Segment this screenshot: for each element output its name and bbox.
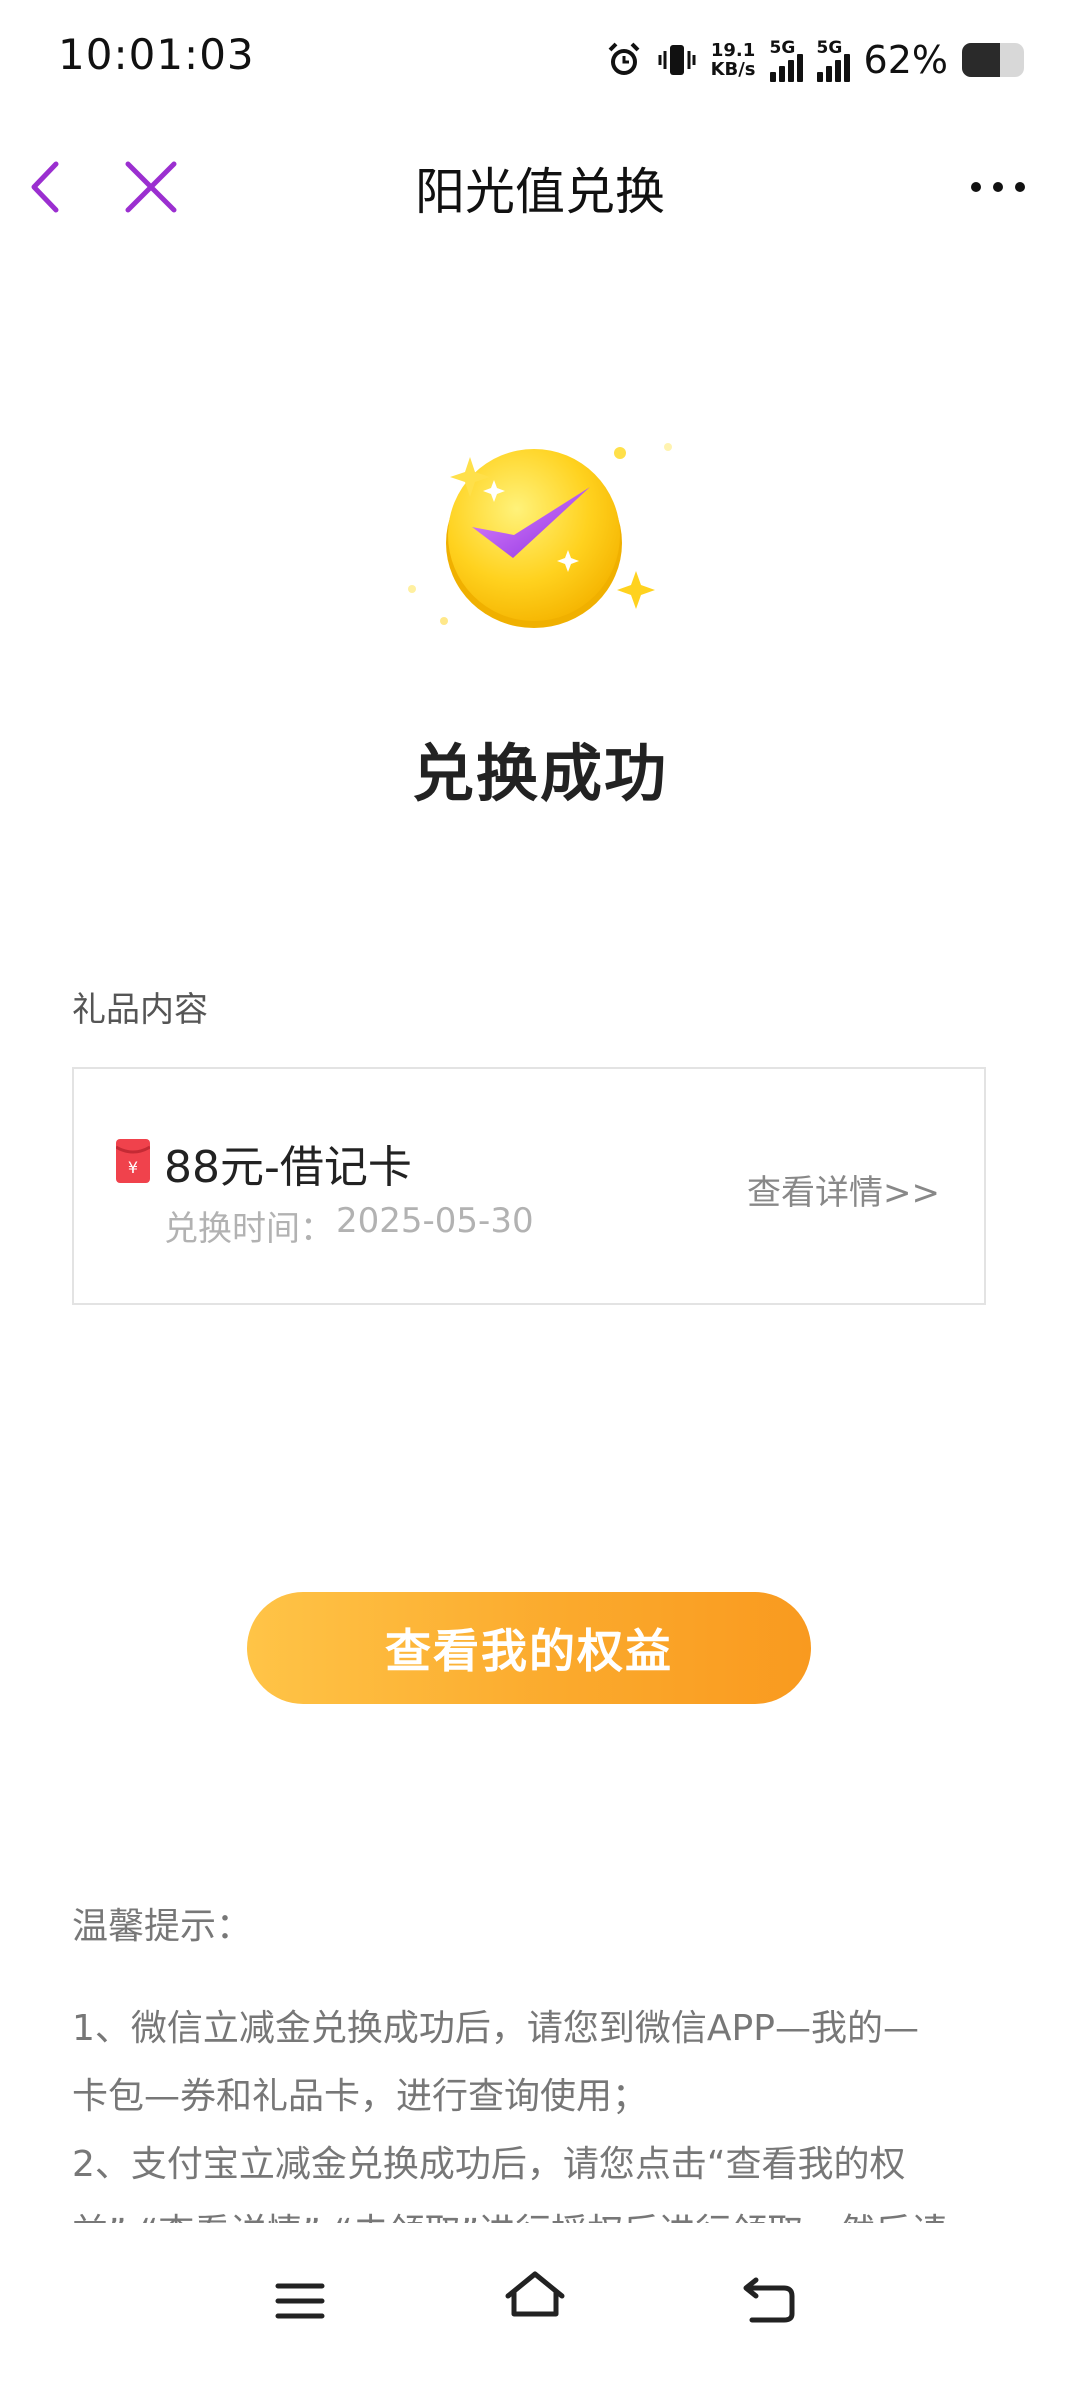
tip-line: 2、支付宝立减金兑换成功后，请您点击“查看我的权 xyxy=(72,2144,906,2185)
svg-text:¥: ¥ xyxy=(128,1158,138,1177)
tip-line: 益”-“查看详情”-“去领取”进行授权后进行领取，然后请 xyxy=(72,2199,1002,2223)
vibrate-icon xyxy=(658,45,696,75)
return-icon xyxy=(743,2277,795,2323)
signal-icon: 5G xyxy=(769,38,803,82)
gift-name: 88元-借记卡 xyxy=(164,1142,412,1193)
home-icon xyxy=(505,2271,565,2317)
battery-icon xyxy=(962,43,1024,77)
view-details-link[interactable]: 查看详情>> xyxy=(747,1165,940,1214)
page-title: 阳光值兑换 xyxy=(415,163,665,221)
signal-icon: 5G xyxy=(816,38,850,82)
tip-line: 1、微信立减金兑换成功后，请您到微信APP—我的— xyxy=(72,2008,919,2049)
exchange-time-label: 兑换时间： xyxy=(164,1209,334,1249)
red-envelope-icon: ¥ xyxy=(116,1139,150,1183)
status-icons: 19.1 KB/s 5G 5G 62% xyxy=(605,30,1024,90)
menu-button[interactable] xyxy=(268,2274,332,2328)
gift-section-label: 礼品内容 xyxy=(72,990,208,1030)
more-button[interactable] xyxy=(966,160,1030,214)
exchange-time: 2025-05-30 xyxy=(336,1201,534,1241)
tips-title: 温馨提示： xyxy=(72,1906,253,1947)
more-icon xyxy=(971,182,1025,192)
home-button[interactable] xyxy=(500,2266,570,2330)
battery-percent: 62% xyxy=(863,38,948,82)
return-button[interactable] xyxy=(736,2270,802,2330)
check-coin-icon xyxy=(408,443,672,628)
menu-icon xyxy=(275,2283,325,2319)
system-nav-bar xyxy=(0,2226,1080,2400)
view-my-benefits-button[interactable]: 查看我的权益 xyxy=(247,1592,811,1704)
gift-card[interactable]: ¥ 88元-借记卡 兑换时间： 2025-05-30 查看详情>> xyxy=(72,1067,986,1305)
status-time: 10:01:03 xyxy=(58,30,255,79)
success-title: 兑换成功 xyxy=(411,737,668,810)
net-speed: 19.1 KB/s xyxy=(710,40,756,80)
tip-line: 卡包—券和礼品卡，进行查询使用； xyxy=(72,2076,649,2117)
alarm-icon xyxy=(608,42,639,75)
tips-body: 1、微信立减金兑换成功后，请您到微信APP—我的— 卡包—券和礼品卡，进行查询使… xyxy=(72,1995,1002,2223)
